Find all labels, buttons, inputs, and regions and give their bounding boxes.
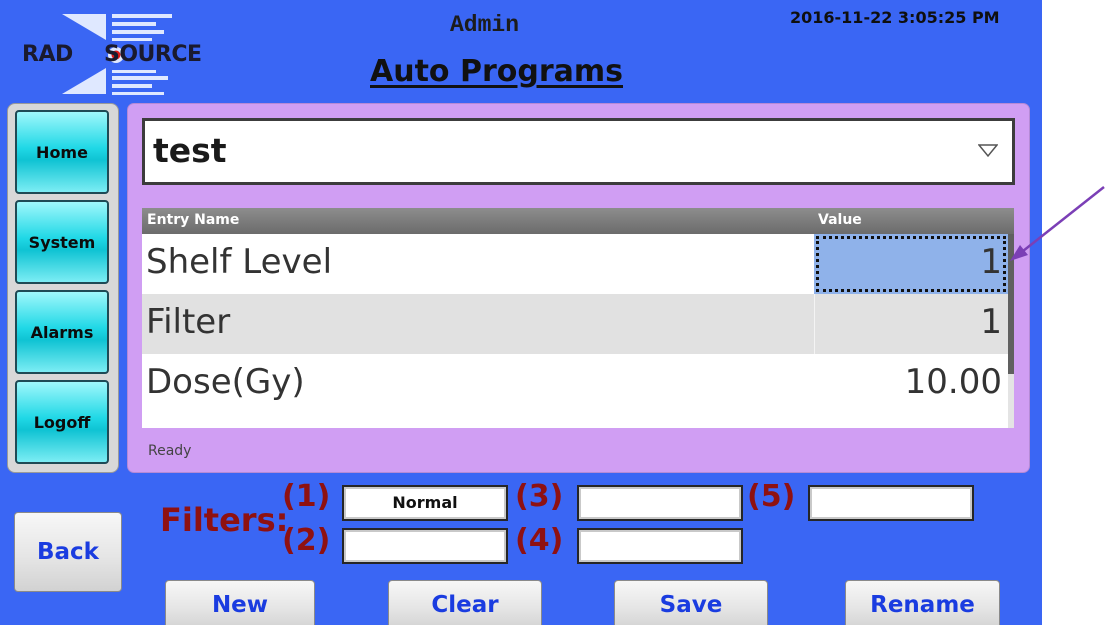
nav-logoff-button[interactable]: Logoff (15, 380, 109, 464)
page-title: Auto Programs (370, 54, 623, 89)
new-button[interactable]: New (165, 580, 315, 625)
logo-word-rad: RAD (22, 42, 73, 67)
table-row[interactable]: Dose(Gy) 10.00 (142, 354, 1008, 414)
nav-home-button[interactable]: Home (15, 110, 109, 194)
filter-slot-2-field[interactable] (342, 528, 508, 564)
cell-value[interactable]: 10.00 (814, 354, 1008, 414)
chevron-down-icon[interactable] (978, 144, 998, 158)
column-header-value: Value (818, 212, 862, 228)
hmi-screen: RAD SOURCE Admin 2016-11-22 3:05:25 PM A… (0, 0, 1042, 625)
nav-panel: Home System Alarms Logoff (7, 103, 119, 473)
nav-alarms-button[interactable]: Alarms (15, 290, 109, 374)
column-header-entry-name: Entry Name (147, 212, 240, 228)
back-button[interactable]: Back (14, 512, 122, 592)
save-button[interactable]: Save (614, 580, 768, 625)
logo-word-source: SOURCE (104, 42, 202, 67)
nav-system-button[interactable]: System (15, 200, 109, 284)
cell-entry-name: Dose(Gy) (146, 362, 305, 402)
filter-slot-5-field[interactable] (808, 485, 974, 521)
clear-button[interactable]: Clear (388, 580, 542, 625)
rad-source-logo: RAD SOURCE (22, 12, 232, 96)
datetime-display: 2016-11-22 3:05:25 PM (790, 8, 1000, 27)
program-select-value: test (153, 131, 227, 170)
program-select[interactable]: test (142, 118, 1015, 185)
annotation-arrow-icon (1010, 186, 1105, 261)
filter-slot-1-field[interactable]: Normal (342, 485, 508, 521)
program-entries-grid: Entry Name Value Shelf Level 1 Filter 1 … (142, 208, 1014, 428)
rename-button[interactable]: Rename (845, 580, 1000, 625)
status-text: Ready (148, 443, 192, 459)
cell-value[interactable]: 1 (814, 294, 1008, 354)
table-row[interactable]: Filter 1 (142, 294, 1008, 354)
filter-slot-3-field[interactable] (577, 485, 743, 521)
filter-slot-4-number: (4) (515, 523, 564, 558)
filter-slot-3-number: (3) (515, 479, 564, 514)
cell-value-selected[interactable]: 1 (814, 234, 1008, 294)
filter-slot-2-number: (2) (282, 523, 331, 558)
filter-slot-1-number: (1) (282, 479, 331, 514)
filter-slot-5-number: (5) (747, 479, 796, 514)
user-role-label: Admin (450, 12, 520, 38)
cell-entry-name: Shelf Level (146, 242, 333, 282)
grid-header: Entry Name Value (142, 208, 1014, 234)
table-row[interactable]: Shelf Level 1 (142, 234, 1008, 294)
cell-entry-name: Filter (146, 302, 231, 342)
filter-slot-4-field[interactable] (577, 528, 743, 564)
filters-label: Filters: (160, 501, 289, 539)
